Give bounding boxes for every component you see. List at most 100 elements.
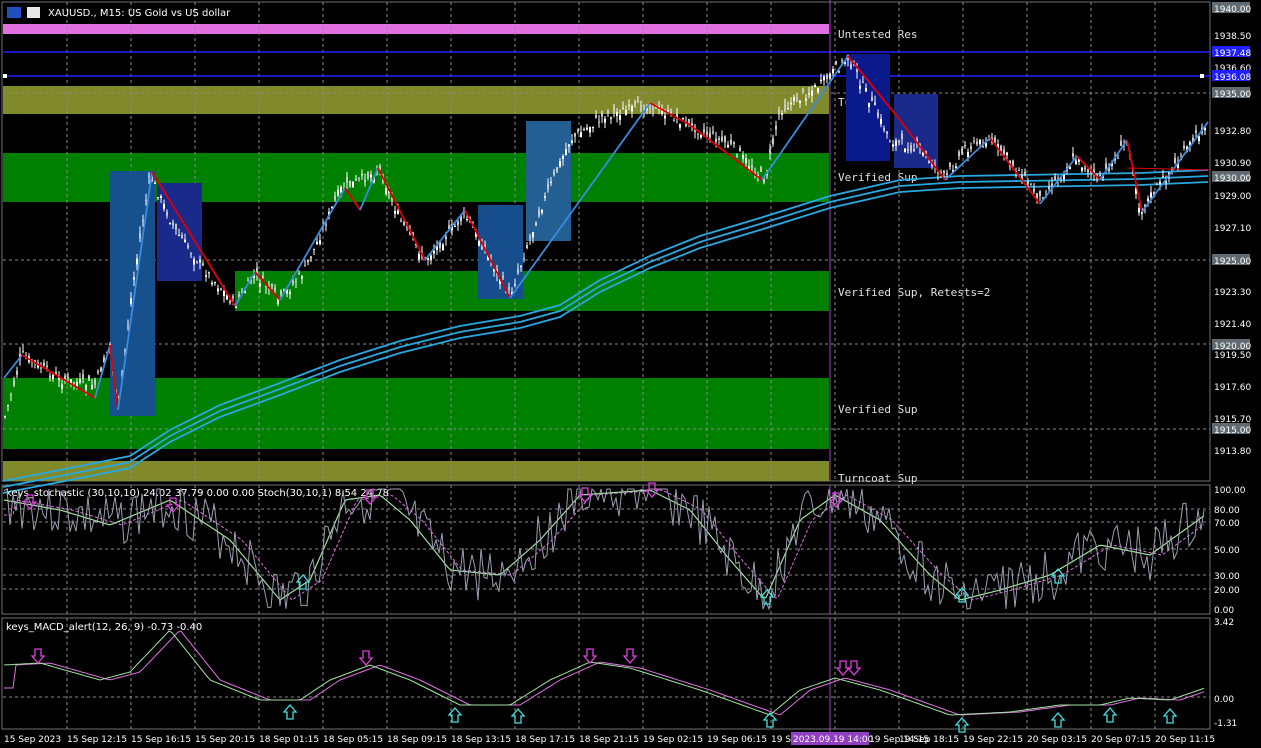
candle-body xyxy=(217,288,219,292)
stoch-level-label: 100.00 xyxy=(1214,486,1246,496)
candle-body xyxy=(721,136,723,142)
candle-body xyxy=(445,236,447,240)
stoch-level-label: 0.00 xyxy=(1214,606,1234,616)
candle-body xyxy=(145,199,147,201)
candle-body xyxy=(232,296,234,299)
candle-body xyxy=(673,120,675,122)
candle-body xyxy=(958,151,960,157)
time-axis-label: 15 Sep 2023 xyxy=(4,735,61,745)
candle-body xyxy=(640,105,642,111)
candle-body xyxy=(1003,149,1005,155)
macd-main-line xyxy=(3,630,1205,716)
hline-handle-left[interactable] xyxy=(3,74,7,78)
candle-body xyxy=(1081,167,1083,171)
impulse-box xyxy=(894,94,938,168)
candle-body xyxy=(883,127,885,131)
one-click-trading-icon[interactable] xyxy=(27,7,40,18)
candle-body xyxy=(805,98,807,101)
chart-canvas[interactable]: Untested Res Turncoat Sup Verified Sup Veri… xyxy=(0,0,1261,748)
candle-body xyxy=(517,269,519,273)
candle-body xyxy=(223,290,225,297)
candle-body xyxy=(274,287,276,291)
zigzag-down-segment xyxy=(989,137,1041,205)
macd-level-label: 3.42 xyxy=(1214,618,1234,628)
zone-band-3 xyxy=(235,271,829,311)
candle-body xyxy=(154,183,156,185)
candle-body xyxy=(514,284,516,286)
candle-body xyxy=(544,196,546,198)
candle-body xyxy=(670,111,672,113)
candle-body xyxy=(895,140,897,147)
candle-body xyxy=(964,145,966,147)
candle-body xyxy=(871,96,873,101)
candle-body xyxy=(706,131,708,135)
candle-body xyxy=(781,113,783,115)
candle-body xyxy=(289,291,291,294)
candle-body xyxy=(634,100,636,105)
candle-body xyxy=(1150,192,1152,198)
candle-body xyxy=(166,211,168,216)
macd-level-label: 0.00 xyxy=(1214,695,1234,705)
candle-body xyxy=(796,97,798,102)
candle-body xyxy=(880,118,882,125)
candle-body xyxy=(613,105,615,112)
candle-body xyxy=(310,256,312,259)
candle-body xyxy=(136,258,138,265)
candle-body xyxy=(1120,140,1122,146)
candle-body xyxy=(817,88,819,93)
hline-price-tag-text: 1936.08 xyxy=(1214,73,1251,83)
stoch-level-label: 70.00 xyxy=(1214,519,1240,529)
candle-body xyxy=(313,248,315,250)
candle-body xyxy=(820,79,822,82)
hline-handle-right[interactable] xyxy=(1200,74,1204,78)
candle-body xyxy=(550,181,552,183)
candle-body xyxy=(574,133,576,137)
candle-body xyxy=(49,375,51,378)
candle-body xyxy=(601,111,603,117)
chart-menu-icon[interactable] xyxy=(7,7,21,18)
candle-body xyxy=(1183,145,1185,149)
candle-body xyxy=(790,102,792,105)
candle-body xyxy=(259,283,261,287)
candle-body xyxy=(385,188,387,195)
candle-body xyxy=(7,404,9,406)
candle-body xyxy=(403,222,405,226)
stoch-level-label: 50.00 xyxy=(1214,546,1240,556)
candle-body xyxy=(298,273,300,275)
hline-price-tag-text: 1937.48 xyxy=(1214,49,1251,59)
candle-body xyxy=(193,259,195,265)
macd-up-arrow-icon xyxy=(510,708,526,724)
candle-body xyxy=(904,148,906,153)
candle-body xyxy=(946,173,948,175)
candle-body xyxy=(595,114,597,118)
candle-body xyxy=(529,237,531,239)
candle-body xyxy=(520,265,522,267)
candle-body xyxy=(559,161,561,167)
price-axis-label: 1935.00 xyxy=(1214,90,1251,100)
candle-body xyxy=(358,177,360,179)
time-axis-label: 19 Sep 18:15 xyxy=(899,735,959,745)
candle-body xyxy=(1030,184,1032,186)
candle-body xyxy=(994,137,996,142)
candle-body xyxy=(139,233,141,239)
candle-body xyxy=(607,110,609,114)
price-axis-label: 1929.00 xyxy=(1214,192,1251,202)
macd-level-label: -1.31 xyxy=(1214,719,1237,729)
candle-body xyxy=(16,370,18,375)
time-axis-label: 15 Sep 20:15 xyxy=(195,735,255,745)
candle-body xyxy=(751,165,753,169)
candle-body xyxy=(1105,163,1107,169)
candle-body xyxy=(556,167,558,172)
candle-body xyxy=(94,379,96,385)
candle-body xyxy=(400,220,402,222)
candle-body xyxy=(1087,169,1089,173)
candle-body xyxy=(886,131,888,134)
candle-body xyxy=(589,127,591,133)
candle-body xyxy=(148,175,150,177)
candle-body xyxy=(196,261,198,263)
candle-body xyxy=(580,132,582,138)
zone-band-0 xyxy=(3,24,829,34)
candle-body xyxy=(649,109,651,111)
candle-body xyxy=(838,71,840,73)
price-axis-label: 1925.00 xyxy=(1214,257,1251,267)
